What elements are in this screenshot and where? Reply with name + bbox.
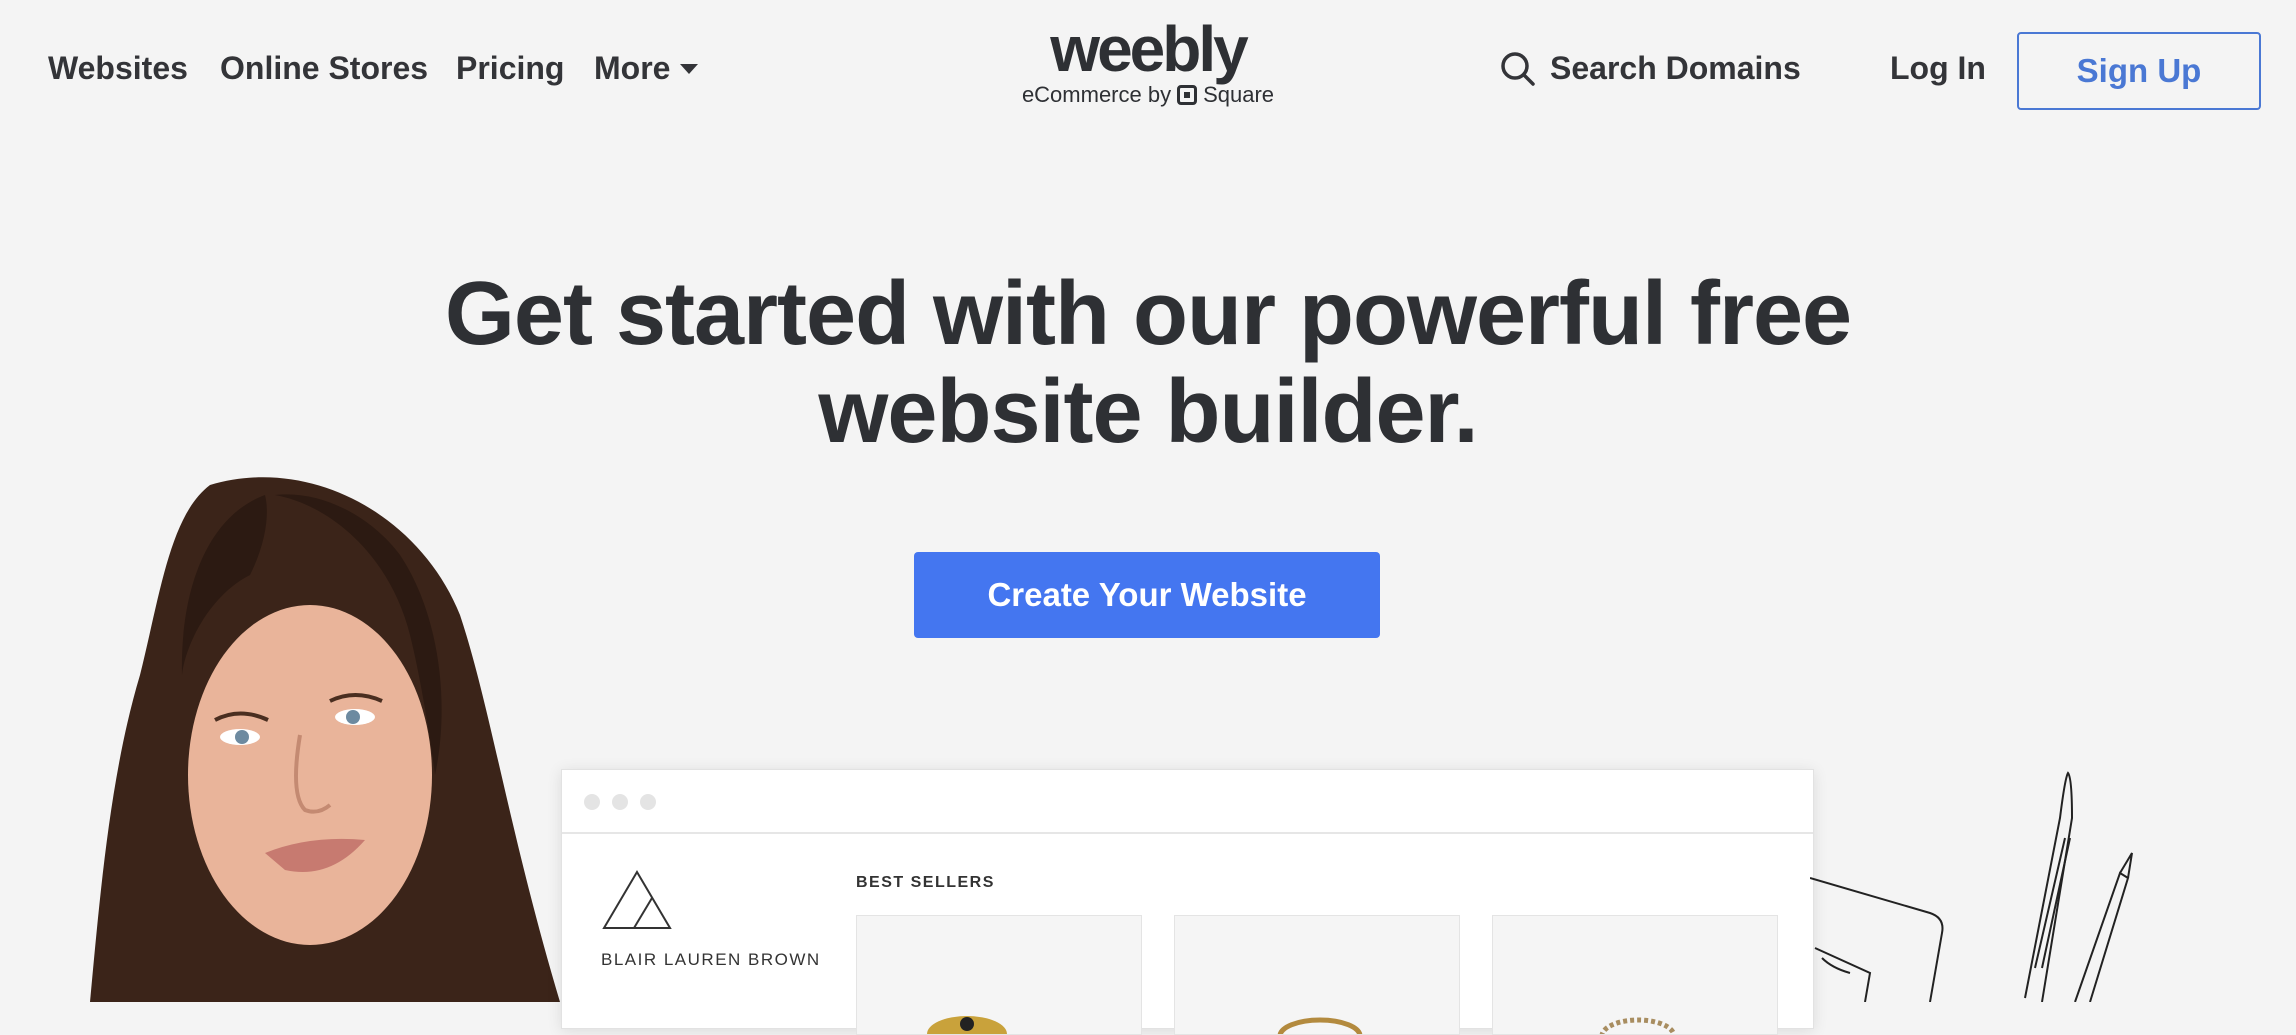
log-in-link[interactable]: Log In — [1890, 50, 1986, 87]
nav-more[interactable]: More — [594, 50, 699, 87]
logo-wordmark: weebly — [1050, 13, 1248, 85]
square-logo-icon — [1177, 85, 1198, 105]
brand-triangle-logo-icon — [602, 870, 672, 929]
logo-tagline-text: eCommerce by — [1021, 82, 1172, 107]
bracelet-image — [927, 1016, 1007, 1034]
window-dot-icon — [612, 794, 628, 810]
ring-image — [1277, 1017, 1363, 1034]
preview-brand-name: BLAIR LAUREN BROWN — [601, 950, 821, 969]
necklace-image — [1599, 1017, 1677, 1034]
logo-partner-name: Square — [1203, 82, 1275, 107]
product-tile — [1174, 915, 1460, 1035]
weebly-logo[interactable]: weebly eCommerce by Square — [1020, 13, 1276, 108]
nav-more-label: More — [594, 50, 671, 86]
website-preview-window: BLAIR LAUREN BROWN BEST SELLERS — [561, 769, 1814, 1035]
create-website-button[interactable]: Create Your Website — [914, 552, 1380, 638]
hero-headline-line1: Get started with our powerful free — [444, 264, 1852, 364]
caret-down-icon — [680, 63, 699, 74]
hero-headline: Get started with our powerful free websi… — [0, 265, 2296, 461]
product-tile — [1492, 915, 1778, 1035]
nav-websites[interactable]: Websites — [48, 50, 188, 87]
nav-online-stores[interactable]: Online Stores — [220, 50, 428, 87]
woman-portrait-image — [90, 477, 560, 1002]
logo-tagline: eCommerce by Square — [1020, 82, 1276, 108]
search-icon — [1501, 51, 1535, 86]
hero-headline-line2: website builder. — [818, 362, 1478, 462]
nav-pricing[interactable]: Pricing — [456, 50, 564, 87]
desk-sketch-illustration — [1810, 771, 2133, 1002]
product-tile — [856, 915, 1142, 1035]
search-domains-link[interactable]: Search Domains — [1500, 50, 1801, 87]
window-dot-icon — [584, 794, 600, 810]
preview-section-title: BEST SELLERS — [856, 874, 995, 891]
sign-up-button[interactable]: Sign Up — [2017, 32, 2261, 110]
search-domains-label: Search Domains — [1550, 50, 1801, 86]
browser-chrome-bar — [562, 770, 1813, 834]
window-dot-icon — [640, 794, 656, 810]
